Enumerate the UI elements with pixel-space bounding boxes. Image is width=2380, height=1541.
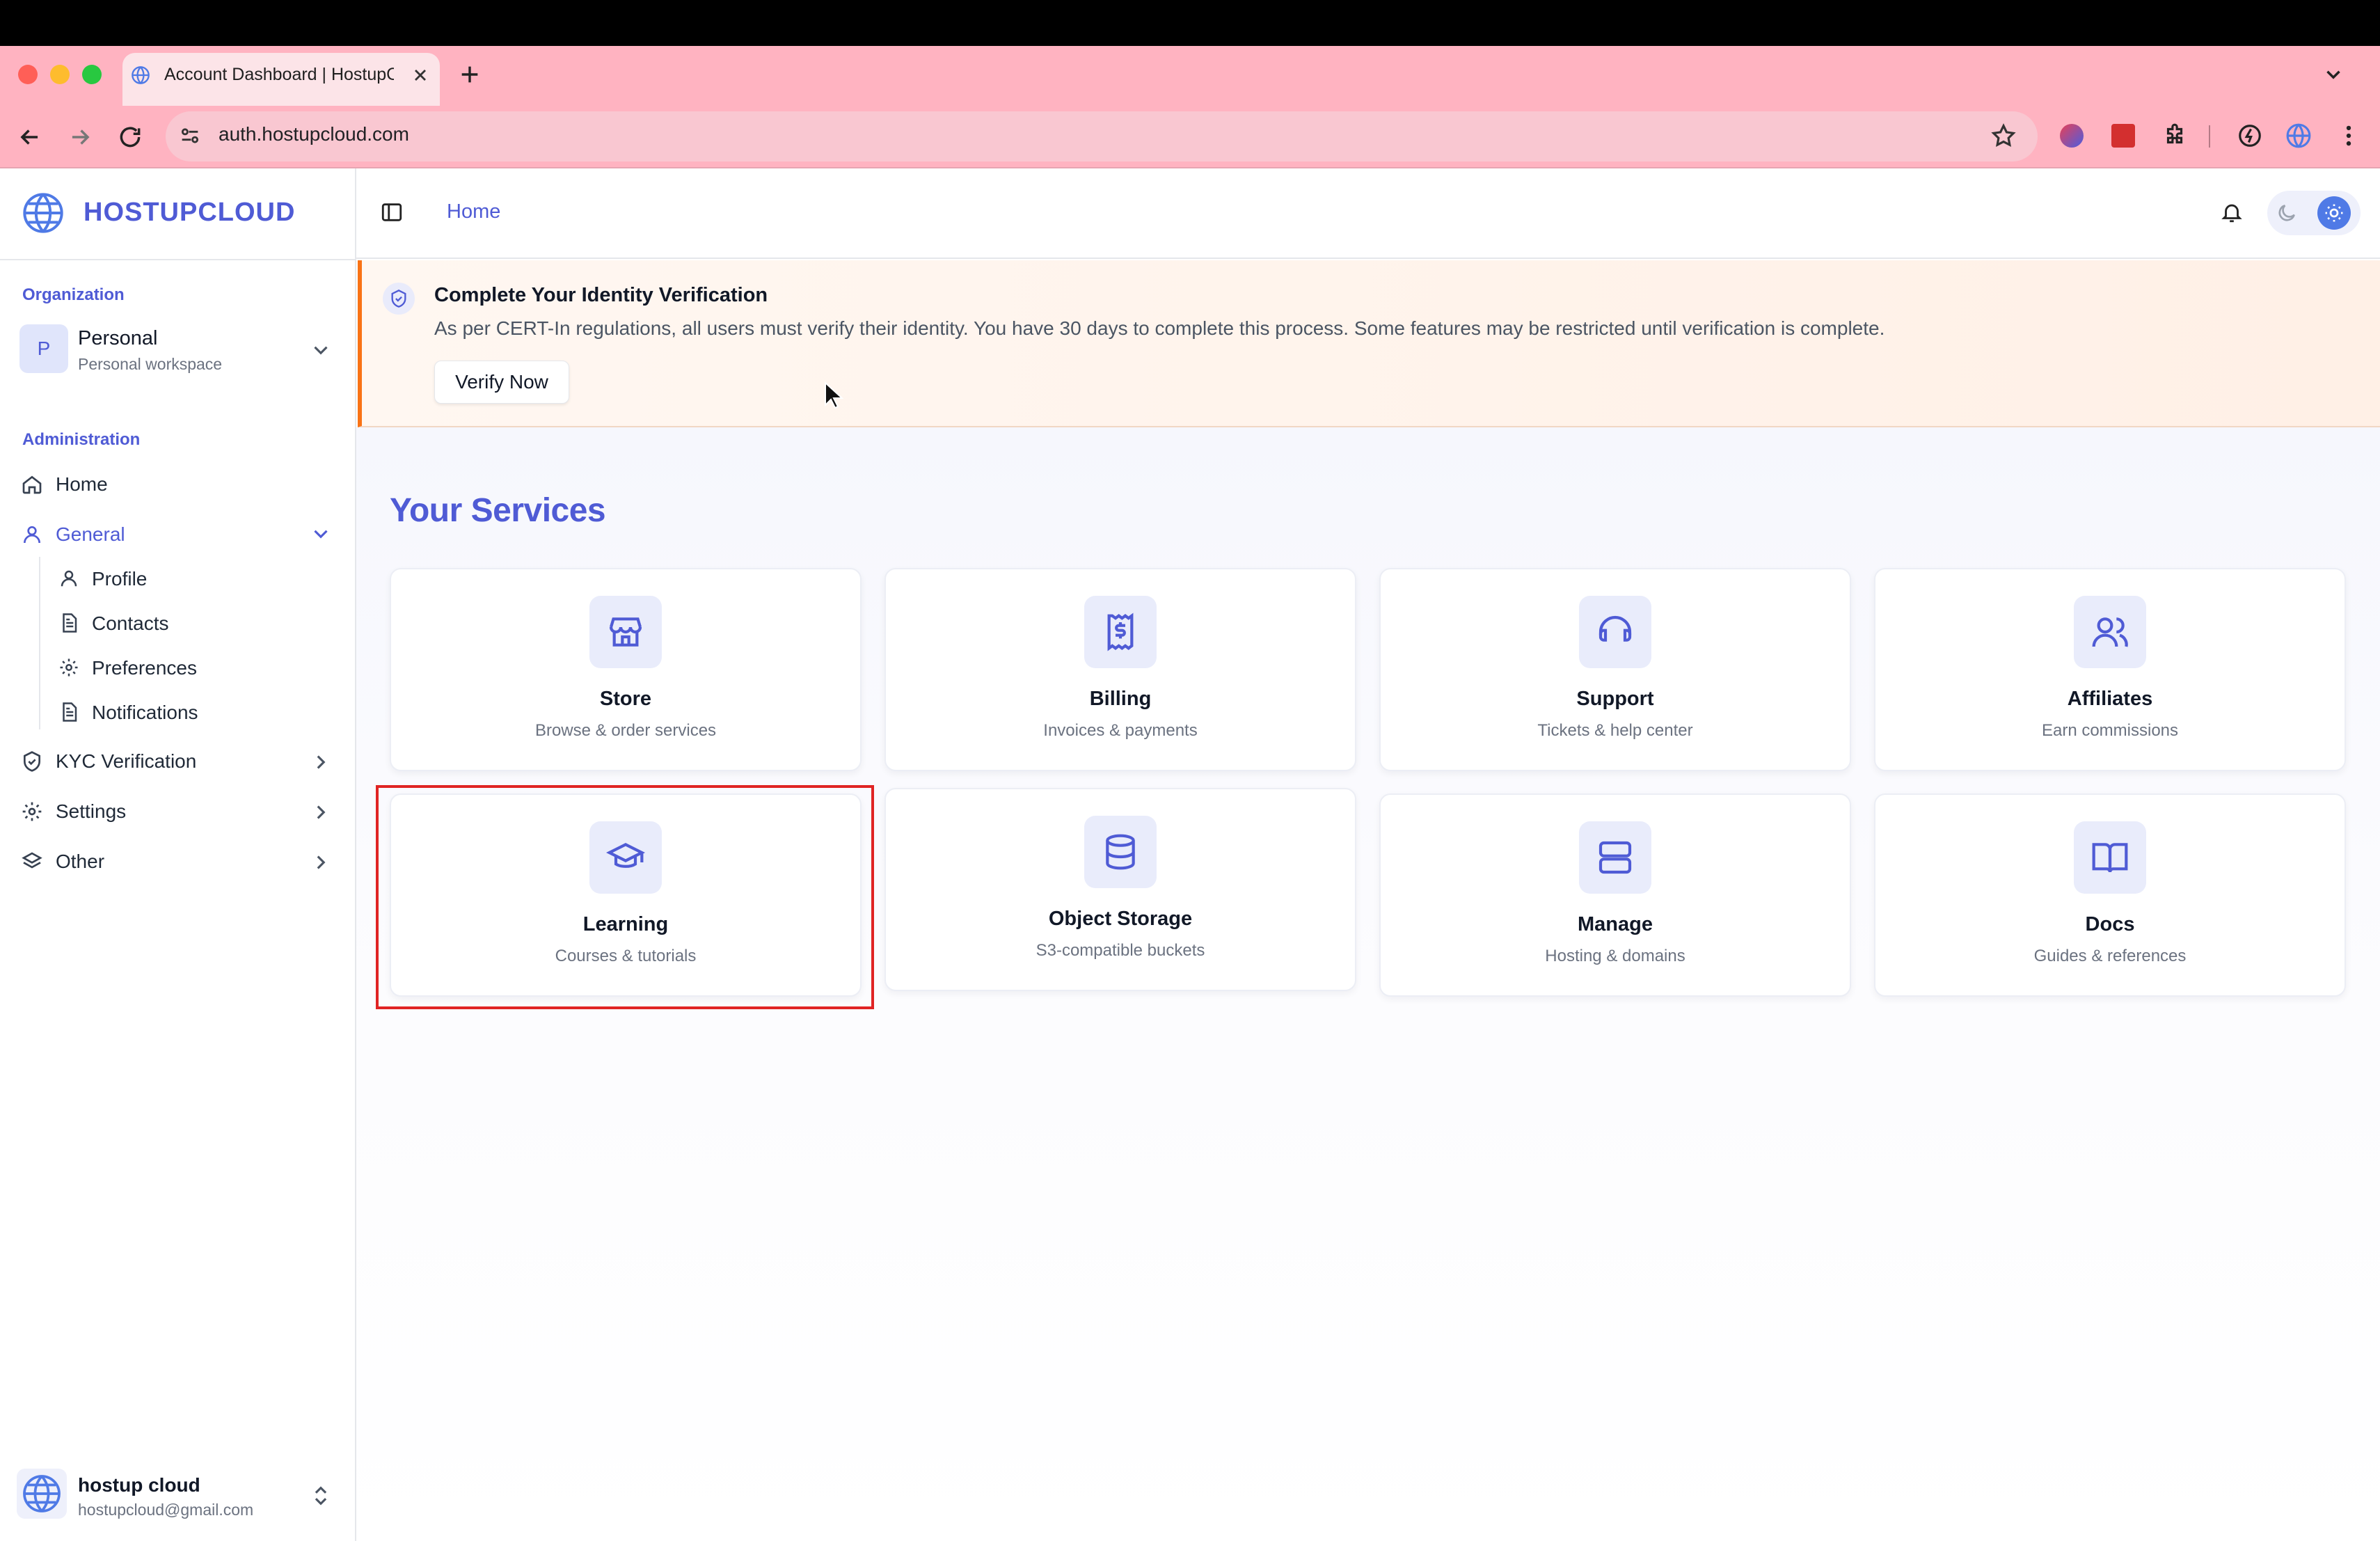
- service-card-subtitle: S3-compatible buckets: [1036, 941, 1205, 960]
- user-icon: [21, 523, 43, 546]
- brand-logo-icon: [21, 191, 65, 235]
- tab-search-chevron-icon[interactable]: [2322, 63, 2345, 86]
- address-bar[interactable]: [166, 111, 2038, 161]
- sidebar-item-label: KYC Verification: [56, 750, 197, 772]
- sidebar-item-label: Home: [56, 473, 108, 495]
- headphones-icon: [1579, 596, 1651, 668]
- chevron-right-icon: [309, 750, 333, 774]
- layers-icon: [21, 851, 43, 873]
- receipt-dollar-icon: [1084, 596, 1157, 668]
- service-card-subtitle: Tickets & help center: [1537, 721, 1693, 740]
- user-icon: [58, 568, 79, 589]
- organization-label: Organization: [22, 285, 125, 304]
- sidebar-subitem-label: Profile: [92, 568, 148, 590]
- database-icon: [1084, 816, 1157, 888]
- service-card-title: Object Storage: [1048, 908, 1193, 930]
- highlight-box: [376, 785, 874, 1009]
- chevron-right-icon: [309, 851, 333, 874]
- verify-now-button[interactable]: Verify Now: [434, 361, 569, 404]
- os-menu-bar: [0, 0, 2380, 46]
- org-name: Personal: [78, 327, 158, 349]
- shield-check-icon: [383, 283, 415, 315]
- gear-icon: [58, 657, 79, 678]
- browser-menu-icon[interactable]: [2335, 123, 2362, 149]
- profile-globe-icon[interactable]: [2285, 123, 2312, 149]
- brand-name: HOSTUPCLOUD: [84, 198, 296, 227]
- site-info-icon[interactable]: [178, 124, 202, 148]
- sidebar-subitem-label: Contacts: [92, 613, 169, 634]
- back-icon[interactable]: [17, 124, 43, 150]
- document-icon: [58, 613, 79, 633]
- gear-icon: [21, 800, 43, 823]
- sun-icon[interactable]: [2317, 196, 2351, 230]
- org-subtitle: Personal workspace: [78, 355, 223, 373]
- service-card-title: Affiliates: [2067, 688, 2153, 710]
- submenu-guide-line: [39, 557, 40, 729]
- service-card-title: Billing: [1089, 688, 1152, 710]
- performance-icon[interactable]: [2237, 123, 2263, 149]
- kyc-banner-text: As per CERT-In regulations, all users mu…: [434, 317, 1885, 339]
- services-title: Your Services: [390, 492, 606, 529]
- sidebar-item-label: General: [56, 523, 125, 545]
- service-card-subtitle: Invoices & payments: [1043, 721, 1198, 740]
- sidebar-item-label: Settings: [56, 800, 127, 822]
- home-icon: [21, 473, 43, 496]
- sidebar-subitem-label: Notifications: [92, 702, 198, 723]
- book-open-icon: [2074, 821, 2146, 894]
- window-maximize-button[interactable]: [82, 65, 102, 84]
- pdf-extension-icon[interactable]: [2111, 124, 2135, 148]
- administration-label: Administration: [22, 430, 141, 449]
- service-card-subtitle: Guides & references: [2033, 947, 2187, 965]
- extension-1-icon[interactable]: [2060, 124, 2084, 148]
- user-email: hostupcloud@gmail.com: [78, 1501, 254, 1519]
- server-icon: [1579, 821, 1651, 894]
- service-card-subtitle: Browse & order services: [534, 721, 717, 740]
- bookmark-star-icon[interactable]: [1990, 123, 2017, 149]
- service-card-title: Docs: [2085, 913, 2135, 935]
- chevrons-up-down-icon[interactable]: [309, 1484, 333, 1508]
- window-close-button[interactable]: [18, 65, 38, 84]
- chevron-down-icon[interactable]: [309, 522, 333, 546]
- breadcrumb[interactable]: Home: [447, 200, 500, 223]
- globe-icon: [131, 65, 150, 85]
- moon-icon[interactable]: [2276, 202, 2298, 224]
- extensions-puzzle-icon[interactable]: [2161, 123, 2188, 149]
- main-header: [356, 168, 2380, 259]
- sidebar-item-label: Other: [56, 851, 105, 872]
- url-text: auth.hostupcloud.com: [219, 123, 409, 145]
- kyc-banner-title: Complete Your Identity Verification: [434, 284, 768, 306]
- new-tab-icon[interactable]: [458, 63, 482, 86]
- tab-title: Account Dashboard | HostupC: [164, 65, 394, 84]
- avatar: [17, 1469, 67, 1519]
- window-minimize-button[interactable]: [50, 65, 70, 84]
- close-tab-icon[interactable]: [411, 65, 430, 85]
- org-avatar: P: [19, 324, 68, 373]
- document-icon: [58, 702, 79, 722]
- service-card-title: Manage: [1578, 913, 1653, 935]
- users-icon: [2074, 596, 2146, 668]
- sidebar-subitem-label: Preferences: [92, 657, 197, 679]
- bell-icon[interactable]: [2220, 200, 2244, 224]
- store-icon: [589, 596, 662, 668]
- reload-icon[interactable]: [117, 124, 143, 150]
- chevron-right-icon: [309, 800, 333, 824]
- sidebar-toggle-icon[interactable]: [380, 200, 404, 224]
- forward-icon[interactable]: [67, 124, 93, 150]
- service-card-title: Support: [1576, 688, 1654, 710]
- user-name: hostup cloud: [78, 1474, 200, 1496]
- service-card-subtitle: Hosting & domains: [1545, 947, 1685, 965]
- mouse-cursor-icon: [824, 381, 843, 409]
- chevron-down-icon[interactable]: [309, 338, 333, 362]
- toolbar-divider: [2209, 125, 2210, 148]
- service-card-subtitle: Earn commissions: [2041, 721, 2179, 740]
- service-card-title: Store: [599, 688, 652, 710]
- sidebar-divider: [0, 259, 355, 260]
- shield-check-icon: [21, 750, 43, 773]
